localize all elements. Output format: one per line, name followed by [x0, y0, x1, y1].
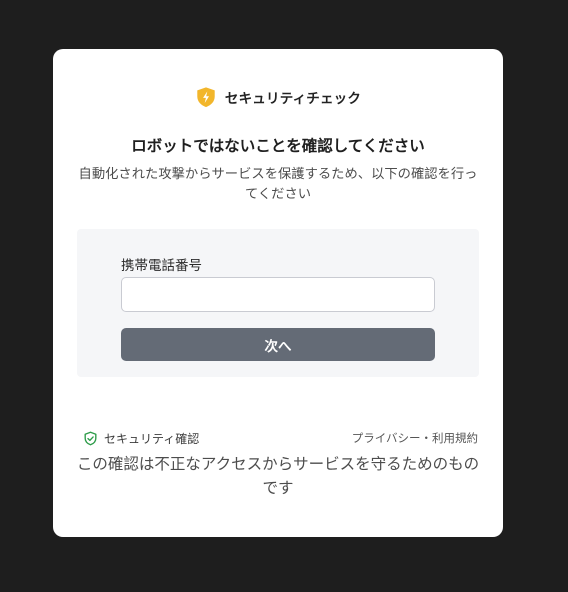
phone-number-input[interactable]: [121, 277, 435, 312]
shield-lightning-icon: [195, 86, 217, 108]
next-button[interactable]: 次へ: [121, 328, 435, 361]
page-title: ロボットではないことを確認してください: [131, 137, 425, 155]
phone-label: 携帯電話番号: [121, 258, 202, 274]
security-badge: セキュリティ確認: [83, 430, 199, 447]
page-subtitle: 自動化された攻撃からサービスを保護するため、以下の確認を行ってください: [78, 167, 478, 202]
brand-header: セキュリティチェック: [53, 86, 503, 108]
privacy-terms-link[interactable]: プライバシー・利用規約: [352, 430, 478, 446]
form-panel: 携帯電話番号 次へ: [77, 229, 479, 377]
protection-notice: この確認は不正なアクセスからサービスを守るためのものです: [76, 455, 480, 497]
shield-check-icon: [83, 431, 98, 446]
verification-card: セキュリティチェック ロボットではないことを確認してください 自動化された攻撃か…: [53, 49, 503, 537]
security-label: セキュリティ確認: [104, 432, 200, 446]
brand-name: セキュリティチェック: [224, 91, 362, 107]
